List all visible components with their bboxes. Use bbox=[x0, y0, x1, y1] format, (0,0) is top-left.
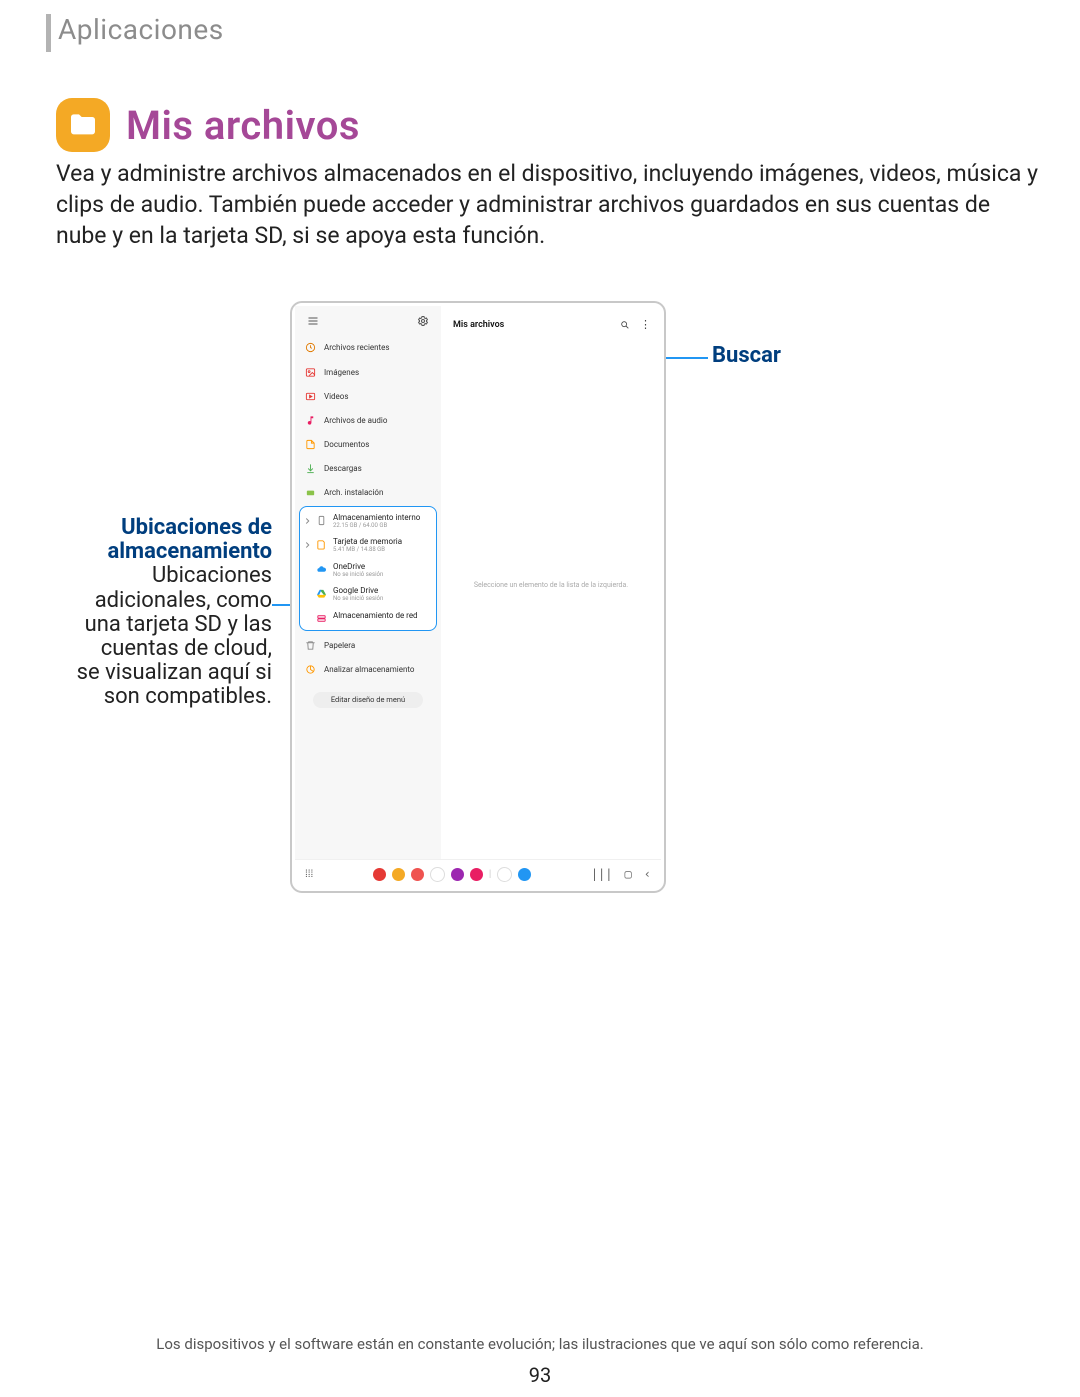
sidebar-item-label: Analizar almacenamiento bbox=[324, 665, 414, 674]
clock-icon bbox=[305, 342, 316, 353]
sidebar-item-audio[interactable]: Archivos de audio bbox=[295, 408, 441, 432]
storage-locations-group: Almacenamiento interno 22.15 GB / 64.00 … bbox=[299, 506, 437, 631]
storage-item-sdcard[interactable]: Tarjeta de memoria 5.41 MB / 14.88 GB bbox=[300, 533, 436, 557]
storage-item-label: Almacenamiento de red bbox=[333, 612, 418, 621]
nav-home-icon[interactable]: ▢ bbox=[625, 867, 632, 881]
storage-item-sublabel: 5.41 MB / 14.88 GB bbox=[333, 547, 402, 554]
taskbar-app-icon[interactable] bbox=[392, 868, 405, 881]
storage-item-internal[interactable]: Almacenamiento interno 22.15 GB / 64.00 … bbox=[300, 509, 436, 533]
callout-storage-title-l2: almacenamiento bbox=[107, 539, 272, 564]
sidebar-item-label: Videos bbox=[324, 392, 348, 401]
header-accent-line bbox=[46, 14, 51, 52]
sidebar-item-label: Archivos de audio bbox=[324, 416, 387, 425]
settings-gear-icon[interactable] bbox=[417, 315, 429, 329]
device-screenshot: Archivos recientes Imágenes Videos bbox=[290, 301, 666, 893]
sidebar-item-label: Documentos bbox=[324, 440, 369, 449]
nav-recents-icon[interactable]: ||| bbox=[591, 867, 613, 881]
sidebar-item-label: Papelera bbox=[324, 641, 355, 650]
google-drive-icon bbox=[316, 588, 327, 599]
content-title: Mis archivos bbox=[453, 320, 504, 330]
callout-storage-desc-l6: son compatibles. bbox=[104, 684, 272, 709]
storage-item-sublabel: No se inició sesión bbox=[333, 572, 383, 579]
apps-grid-icon[interactable]: ⁞⁞⁞ bbox=[305, 869, 313, 880]
file-manager-sidebar: Archivos recientes Imágenes Videos bbox=[295, 306, 441, 859]
disclaimer-text: Los dispositivos y el software están en … bbox=[0, 1335, 1080, 1353]
taskbar-app-icon[interactable] bbox=[497, 867, 512, 882]
sidebar-item-label: Imágenes bbox=[324, 368, 359, 377]
callout-storage-title-l1: Ubicaciones de bbox=[121, 515, 272, 540]
storage-item-onedrive[interactable]: OneDrive No se inició sesión bbox=[300, 558, 436, 582]
taskbar-separator: | bbox=[489, 869, 491, 880]
chevron-right-icon bbox=[304, 540, 310, 550]
hamburger-icon[interactable] bbox=[307, 315, 319, 329]
search-icon[interactable] bbox=[620, 315, 630, 334]
callout-storage-desc-l3: una tarjeta SD y las bbox=[85, 612, 272, 637]
folder-icon bbox=[67, 109, 99, 141]
storage-item-gdrive[interactable]: Google Drive No se inició sesión bbox=[300, 582, 436, 606]
onedrive-icon bbox=[316, 564, 327, 575]
sidebar-item-images[interactable]: Imágenes bbox=[295, 360, 441, 384]
music-note-icon bbox=[305, 415, 316, 426]
chevron-right-icon bbox=[304, 516, 310, 526]
file-manager-content: Mis archivos ⋮ Seleccione un elemento de… bbox=[441, 306, 661, 859]
page-title: Mis archivos bbox=[126, 102, 360, 149]
taskbar-app-icon[interactable] bbox=[373, 868, 386, 881]
apk-icon bbox=[305, 487, 316, 498]
sidebar-item-label: Descargas bbox=[324, 464, 362, 473]
sidebar-item-videos[interactable]: Videos bbox=[295, 384, 441, 408]
nav-back-icon[interactable]: ‹ bbox=[644, 867, 651, 881]
sdcard-icon bbox=[316, 539, 327, 550]
edit-menu-layout-button[interactable]: Editar diseño de menú bbox=[313, 692, 423, 708]
taskbar-app-icon[interactable] bbox=[430, 867, 445, 882]
storage-locations-callout: Ubicaciones de almacenamiento Ubicacione… bbox=[0, 516, 272, 710]
sidebar-item-downloads[interactable]: Descargas bbox=[295, 456, 441, 480]
sidebar-item-analyze[interactable]: Analizar almacenamiento bbox=[295, 658, 441, 682]
phone-storage-icon bbox=[316, 515, 327, 526]
sidebar-item-label: Archivos recientes bbox=[324, 343, 390, 352]
more-options-icon[interactable]: ⋮ bbox=[640, 320, 651, 330]
callout-storage-desc-l2: adicionales, como bbox=[95, 588, 272, 613]
sidebar-item-recent[interactable]: Archivos recientes bbox=[295, 335, 441, 359]
device-taskbar: ⁞⁞⁞ | ||| ▢ ‹ bbox=[295, 859, 661, 888]
empty-state-message: Seleccione un elemento de la lista de la… bbox=[441, 340, 661, 859]
callout-storage-desc-l1: Ubicaciones bbox=[152, 563, 272, 588]
network-storage-icon bbox=[316, 613, 327, 624]
video-icon bbox=[305, 391, 316, 402]
taskbar-app-icon[interactable] bbox=[518, 868, 531, 881]
search-callout: Buscar bbox=[712, 343, 781, 368]
title-row: Mis archivos bbox=[56, 98, 360, 152]
header-section-label: Aplicaciones bbox=[58, 13, 224, 46]
page-number: 93 bbox=[0, 1363, 1080, 1387]
download-icon bbox=[305, 463, 316, 474]
page: Aplicaciones Mis archivos Vea y administ… bbox=[0, 0, 1080, 1397]
image-icon bbox=[305, 367, 316, 378]
my-files-app-icon bbox=[56, 98, 110, 152]
trash-icon bbox=[305, 640, 316, 651]
analyze-storage-icon bbox=[305, 664, 316, 675]
sidebar-item-apk[interactable]: Arch. instalación bbox=[295, 480, 441, 504]
storage-item-sublabel: No se inició sesión bbox=[333, 596, 383, 603]
taskbar-app-icon[interactable] bbox=[451, 868, 464, 881]
document-icon bbox=[305, 439, 316, 450]
callout-storage-desc-l5: se visualizan aquí si bbox=[77, 660, 272, 685]
sidebar-item-label: Arch. instalación bbox=[324, 488, 383, 497]
storage-item-network[interactable]: Almacenamiento de red bbox=[300, 607, 436, 628]
intro-paragraph: Vea y administre archivos almacenados en… bbox=[56, 158, 1040, 251]
sidebar-item-trash[interactable]: Papelera bbox=[295, 634, 441, 658]
taskbar-app-icon[interactable] bbox=[411, 868, 424, 881]
storage-item-sublabel: 22.15 GB / 64.00 GB bbox=[333, 523, 420, 530]
callout-storage-desc-l4: cuentas de cloud, bbox=[101, 636, 272, 661]
navigation-bar: ||| ▢ ‹ bbox=[591, 867, 651, 881]
sidebar-item-documents[interactable]: Documentos bbox=[295, 432, 441, 456]
taskbar-app-icon[interactable] bbox=[470, 868, 483, 881]
